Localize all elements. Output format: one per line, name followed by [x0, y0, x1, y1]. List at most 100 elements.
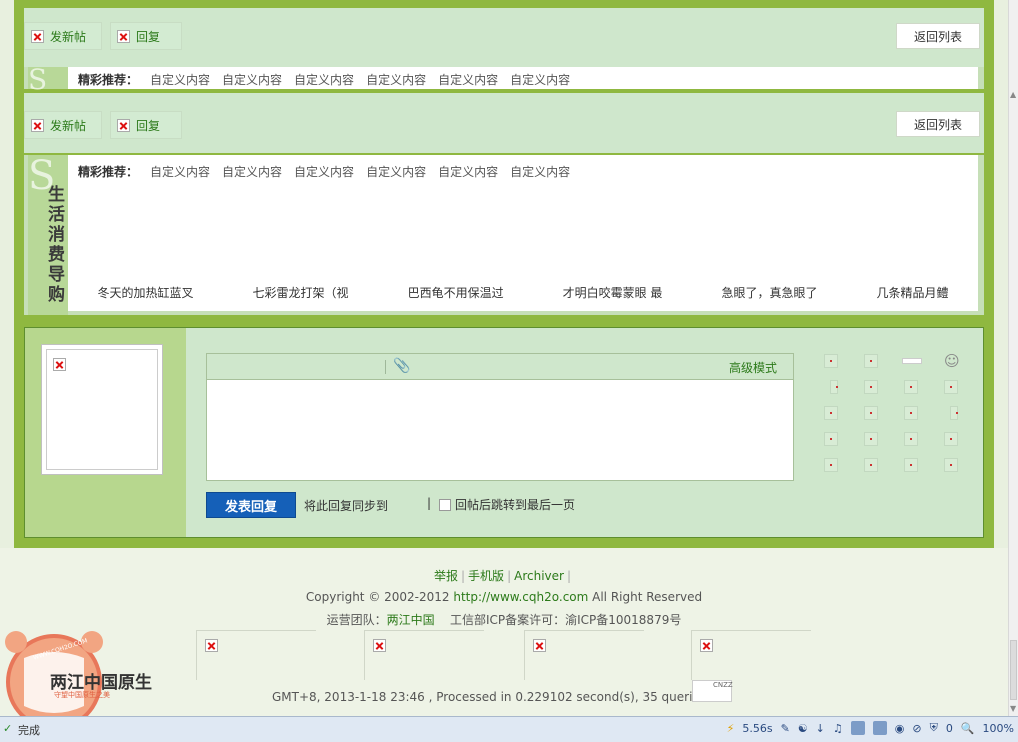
eye-icon[interactable]: ◉	[895, 722, 905, 735]
sound-icon[interactable]: ♫	[833, 722, 843, 735]
recommend-item[interactable]: 自定义内容	[438, 71, 498, 88]
recommend-item[interactable]: 自定义内容	[222, 163, 282, 180]
smiley-icon[interactable]	[824, 354, 838, 368]
advanced-mode-link[interactable]: 高级模式	[729, 359, 777, 376]
status-text: 完成	[18, 724, 40, 737]
footer-badge[interactable]	[524, 630, 644, 680]
recommend-label: 精彩推荐：	[78, 73, 139, 87]
smiley-icon[interactable]	[824, 458, 838, 472]
goods-list: 冬天的加热缸蓝叉 七彩雷龙打架（视 巴西龟不用保温过 才明白咬霉蒙眼 最 急眼了…	[68, 284, 978, 301]
footer-badge[interactable]	[364, 630, 484, 680]
toolbar-divider	[385, 360, 386, 374]
broken-image-icon	[31, 29, 44, 43]
logo-slogan: 守望中国原生之美	[54, 691, 110, 699]
recommend-item[interactable]: 自定义内容	[294, 71, 354, 88]
new-post-button[interactable]: 发新帖	[24, 22, 102, 50]
block-icon[interactable]: ⊘	[912, 722, 921, 735]
person-icon[interactable]: ☯	[798, 722, 808, 735]
submit-reply-button[interactable]: 发表回复	[206, 492, 296, 518]
goods-item[interactable]: 巴西龟不用保温过	[408, 284, 504, 301]
team-label: 运营团队：	[326, 613, 387, 627]
goods-item[interactable]: 急眼了，真急眼了	[721, 284, 817, 301]
smiley-icon[interactable]	[944, 380, 958, 394]
recommend-item[interactable]: 自定义内容	[150, 163, 210, 180]
goods-item[interactable]: 冬天的加热缸蓝叉	[98, 284, 194, 301]
smilies-panel: ☺	[824, 352, 970, 482]
smiley-icon[interactable]	[864, 380, 878, 394]
back-to-list-button[interactable]: 返回列表	[896, 111, 980, 137]
icp-text[interactable]: 工信部ICP备案许可：渝ICP备10018879号	[450, 613, 681, 627]
recommend-item[interactable]: 自定义内容	[366, 163, 426, 180]
scroll-down-icon[interactable]: ▼	[1010, 704, 1016, 713]
reply-button[interactable]: 回复	[110, 22, 182, 50]
recommend-item[interactable]: 自定义内容	[438, 163, 498, 180]
window-icon[interactable]	[872, 721, 887, 735]
shield-icon[interactable]: ⛨	[930, 721, 938, 735]
smiley-icon[interactable]	[904, 380, 918, 394]
team-link[interactable]: 两江中国	[387, 613, 435, 627]
tools-icon[interactable]	[850, 721, 865, 735]
footer-badge[interactable]	[196, 630, 316, 680]
cnzz-label: CNZZ	[713, 681, 733, 689]
smiley-icon[interactable]	[830, 380, 838, 394]
smiley-icon[interactable]	[944, 458, 958, 472]
smiley-icon[interactable]	[864, 406, 878, 420]
jump-label: 回帖后跳转到最后一页	[455, 498, 576, 512]
smiley-icon[interactable]	[904, 406, 918, 420]
recommend-box: 精彩推荐： 自定义内容 自定义内容 自定义内容 自定义内容 自定义内容 自定义内…	[68, 155, 978, 311]
smiley-icon[interactable]	[824, 432, 838, 446]
smiley-icon[interactable]	[864, 432, 878, 446]
recommend-item[interactable]: 自定义内容	[510, 71, 570, 88]
smiley-icon[interactable]	[944, 432, 958, 446]
zoom-icon[interactable]: 🔍	[961, 722, 975, 735]
mobile-link[interactable]: 手机版	[468, 569, 504, 583]
vertical-scrollbar[interactable]: ▲ ▼	[1008, 0, 1018, 716]
recommend-line: 精彩推荐： 自定义内容 自定义内容 自定义内容 自定义内容 自定义内容 自定义内…	[78, 163, 570, 180]
scroll-thumb[interactable]	[1010, 640, 1017, 700]
server-info: GMT+8, 2013-1-18 23:46 , Processed in 0.…	[272, 690, 714, 704]
shopping-cn-title: 生活消费导购	[48, 185, 65, 305]
team-line: 运营团队：两江中国 工信部ICP备案许可：渝ICP备10018879号	[0, 611, 1008, 628]
smiley-icon[interactable]	[864, 354, 878, 368]
edit-icon[interactable]: ✎	[781, 722, 790, 735]
jump-checkbox[interactable]	[439, 498, 451, 511]
recommend-item[interactable]: 自定义内容	[366, 71, 426, 88]
report-link[interactable]: 举报	[434, 569, 458, 583]
smiley-icon[interactable]	[950, 406, 958, 420]
site-url-link[interactable]: http://www.cqh2o.com	[453, 590, 588, 604]
smiley-icon[interactable]	[902, 358, 922, 364]
broken-image-icon	[117, 29, 130, 43]
reply-button[interactable]: 回复	[110, 111, 182, 139]
smiley-icon[interactable]	[904, 458, 918, 472]
smiley-icon[interactable]	[904, 432, 918, 446]
scroll-up-icon[interactable]: ▲	[1010, 90, 1016, 99]
avatar	[41, 344, 163, 475]
goods-item[interactable]: 几条精品月鳢	[876, 284, 948, 301]
recommend-item[interactable]: 自定义内容	[510, 163, 570, 180]
broken-image-icon	[117, 118, 130, 132]
copyright-suffix: All Right Reserved	[588, 590, 703, 604]
jump-last-page-option[interactable]: 回帖后跳转到最后一页	[439, 496, 575, 513]
download-icon[interactable]: ↓	[816, 722, 825, 735]
paperclip-icon[interactable]: 📎	[393, 358, 410, 374]
footer-links: 举报 | 手机版 | Archiver |	[433, 569, 571, 583]
broken-image-icon	[53, 358, 66, 371]
zoom-level[interactable]: 100%	[983, 722, 1014, 735]
smiley-icon[interactable]	[864, 458, 878, 472]
footer-badge[interactable]	[691, 630, 811, 680]
reply-textarea[interactable]	[207, 380, 793, 480]
goods-item[interactable]: 七彩雷龙打架（视	[253, 284, 349, 301]
new-post-button[interactable]: 发新帖	[24, 111, 102, 139]
rabbit-smiley-icon[interactable]: ☺	[944, 352, 960, 370]
recommend-item[interactable]: 自定义内容	[294, 163, 354, 180]
broken-image-icon	[700, 639, 713, 652]
recommend-item[interactable]: 自定义内容	[150, 71, 210, 88]
recommend-item[interactable]: 自定义内容	[222, 71, 282, 88]
new-post-label: 发新帖	[50, 118, 87, 133]
cnzz-stat-icon[interactable]: CNZZ	[692, 680, 733, 702]
goods-item[interactable]: 才明白咬霉蒙眼 最	[563, 284, 663, 301]
archiver-link[interactable]: Archiver	[514, 569, 564, 583]
smiley-icon[interactable]	[824, 406, 838, 420]
back-to-list-button[interactable]: 返回列表	[896, 23, 980, 49]
recommend-label: 精彩推荐：	[78, 165, 139, 179]
